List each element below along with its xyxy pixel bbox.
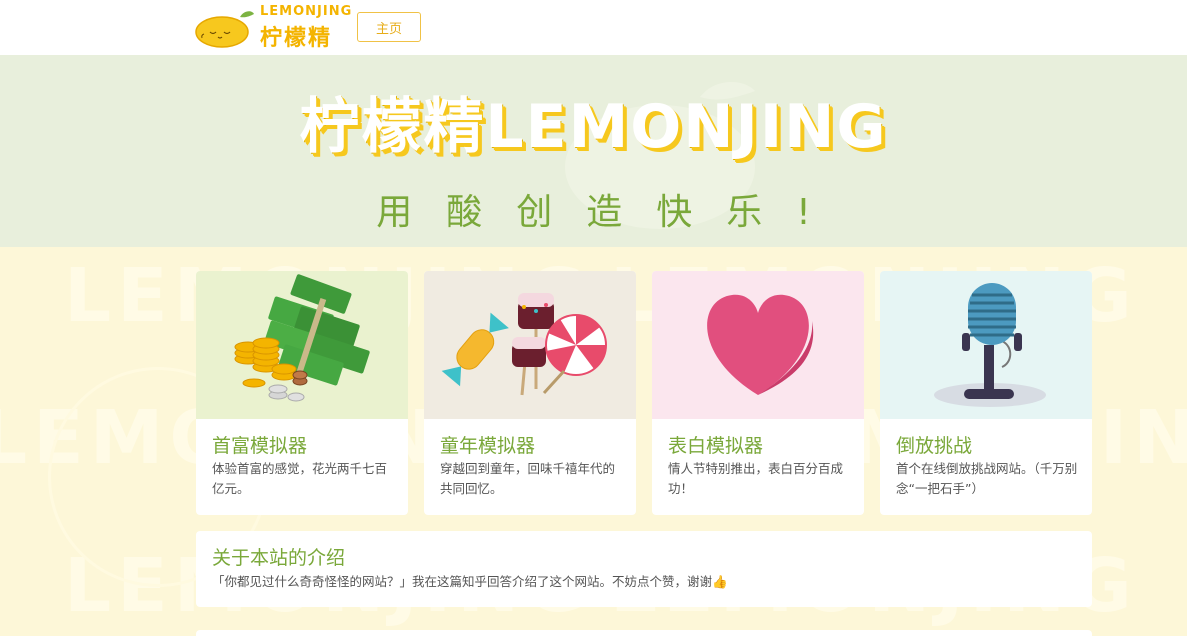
microphone-icon (934, 283, 1046, 407)
card-title: 首富模拟器 (212, 435, 308, 457)
card-richest-simulator[interactable]: 首富模拟器 体验首富的感觉，花光两千七百亿元。 (196, 271, 408, 515)
card-title: 表白模拟器 (668, 435, 764, 457)
hero-slogan: 用酸创造快乐! (376, 192, 845, 233)
card-confession-simulator[interactable]: 表白模拟器 情人节特别推出，表白百分百成功！ (652, 271, 864, 515)
nav-home-button[interactable]: 主页 (357, 12, 421, 42)
money-stack-icon (234, 274, 370, 402)
lemon-logo-icon (195, 11, 254, 48)
card-description: 穿越回到童年，回味千禧年代的共同回忆。 (440, 461, 616, 496)
card-childhood-simulator[interactable]: 童年模拟器 穿越回到童年，回味千禧年代的共同回忆。 (424, 271, 636, 515)
candy-icon (441, 293, 607, 396)
hero-banner: 柠檬精LEMONJING 用酸创造快乐! (0, 55, 1187, 247)
top-bar: LEMONJING 柠檬精 主页 (0, 0, 1187, 55)
intro-title: 关于本站的介绍 (212, 547, 346, 569)
card-image (880, 271, 1092, 419)
intro-text[interactable]: 「你都见过什么奇奇怪怪的网站？」我在这篇知乎回答介绍了这个网站。不妨点个赞，谢谢… (212, 571, 728, 590)
card-title: 倒放挑战 (896, 435, 973, 457)
card-reverse-challenge[interactable]: 倒放挑战 首个在线倒放挑战网站。（千万别念“一把石手”） (880, 271, 1092, 515)
intro-panel[interactable]: 关于本站的介绍 「你都见过什么奇奇怪怪的网站？」我在这篇知乎回答介绍了这个网站。… (196, 531, 1092, 607)
heart-icon (707, 294, 814, 395)
card-image (652, 271, 864, 419)
logo-wordmark-en: LEMONJING (260, 4, 353, 19)
card-description: 情人节特别推出，表白百分百成功！ (668, 461, 844, 496)
card-description: 首个在线倒放挑战网站。（千万别念“一把石手”） (896, 461, 1078, 496)
site-logo[interactable]: LEMONJING 柠檬精 (194, 2, 354, 51)
card-image (196, 271, 408, 419)
card-image (424, 271, 636, 419)
next-panel (196, 630, 1092, 636)
hero-title: 柠檬精LEMONJING (299, 92, 888, 162)
card-description: 体验首富的感觉，花光两千七百亿元。 (212, 461, 388, 496)
card-title: 童年模拟器 (440, 435, 536, 457)
logo-wordmark-zh: 柠檬精 (260, 26, 333, 51)
